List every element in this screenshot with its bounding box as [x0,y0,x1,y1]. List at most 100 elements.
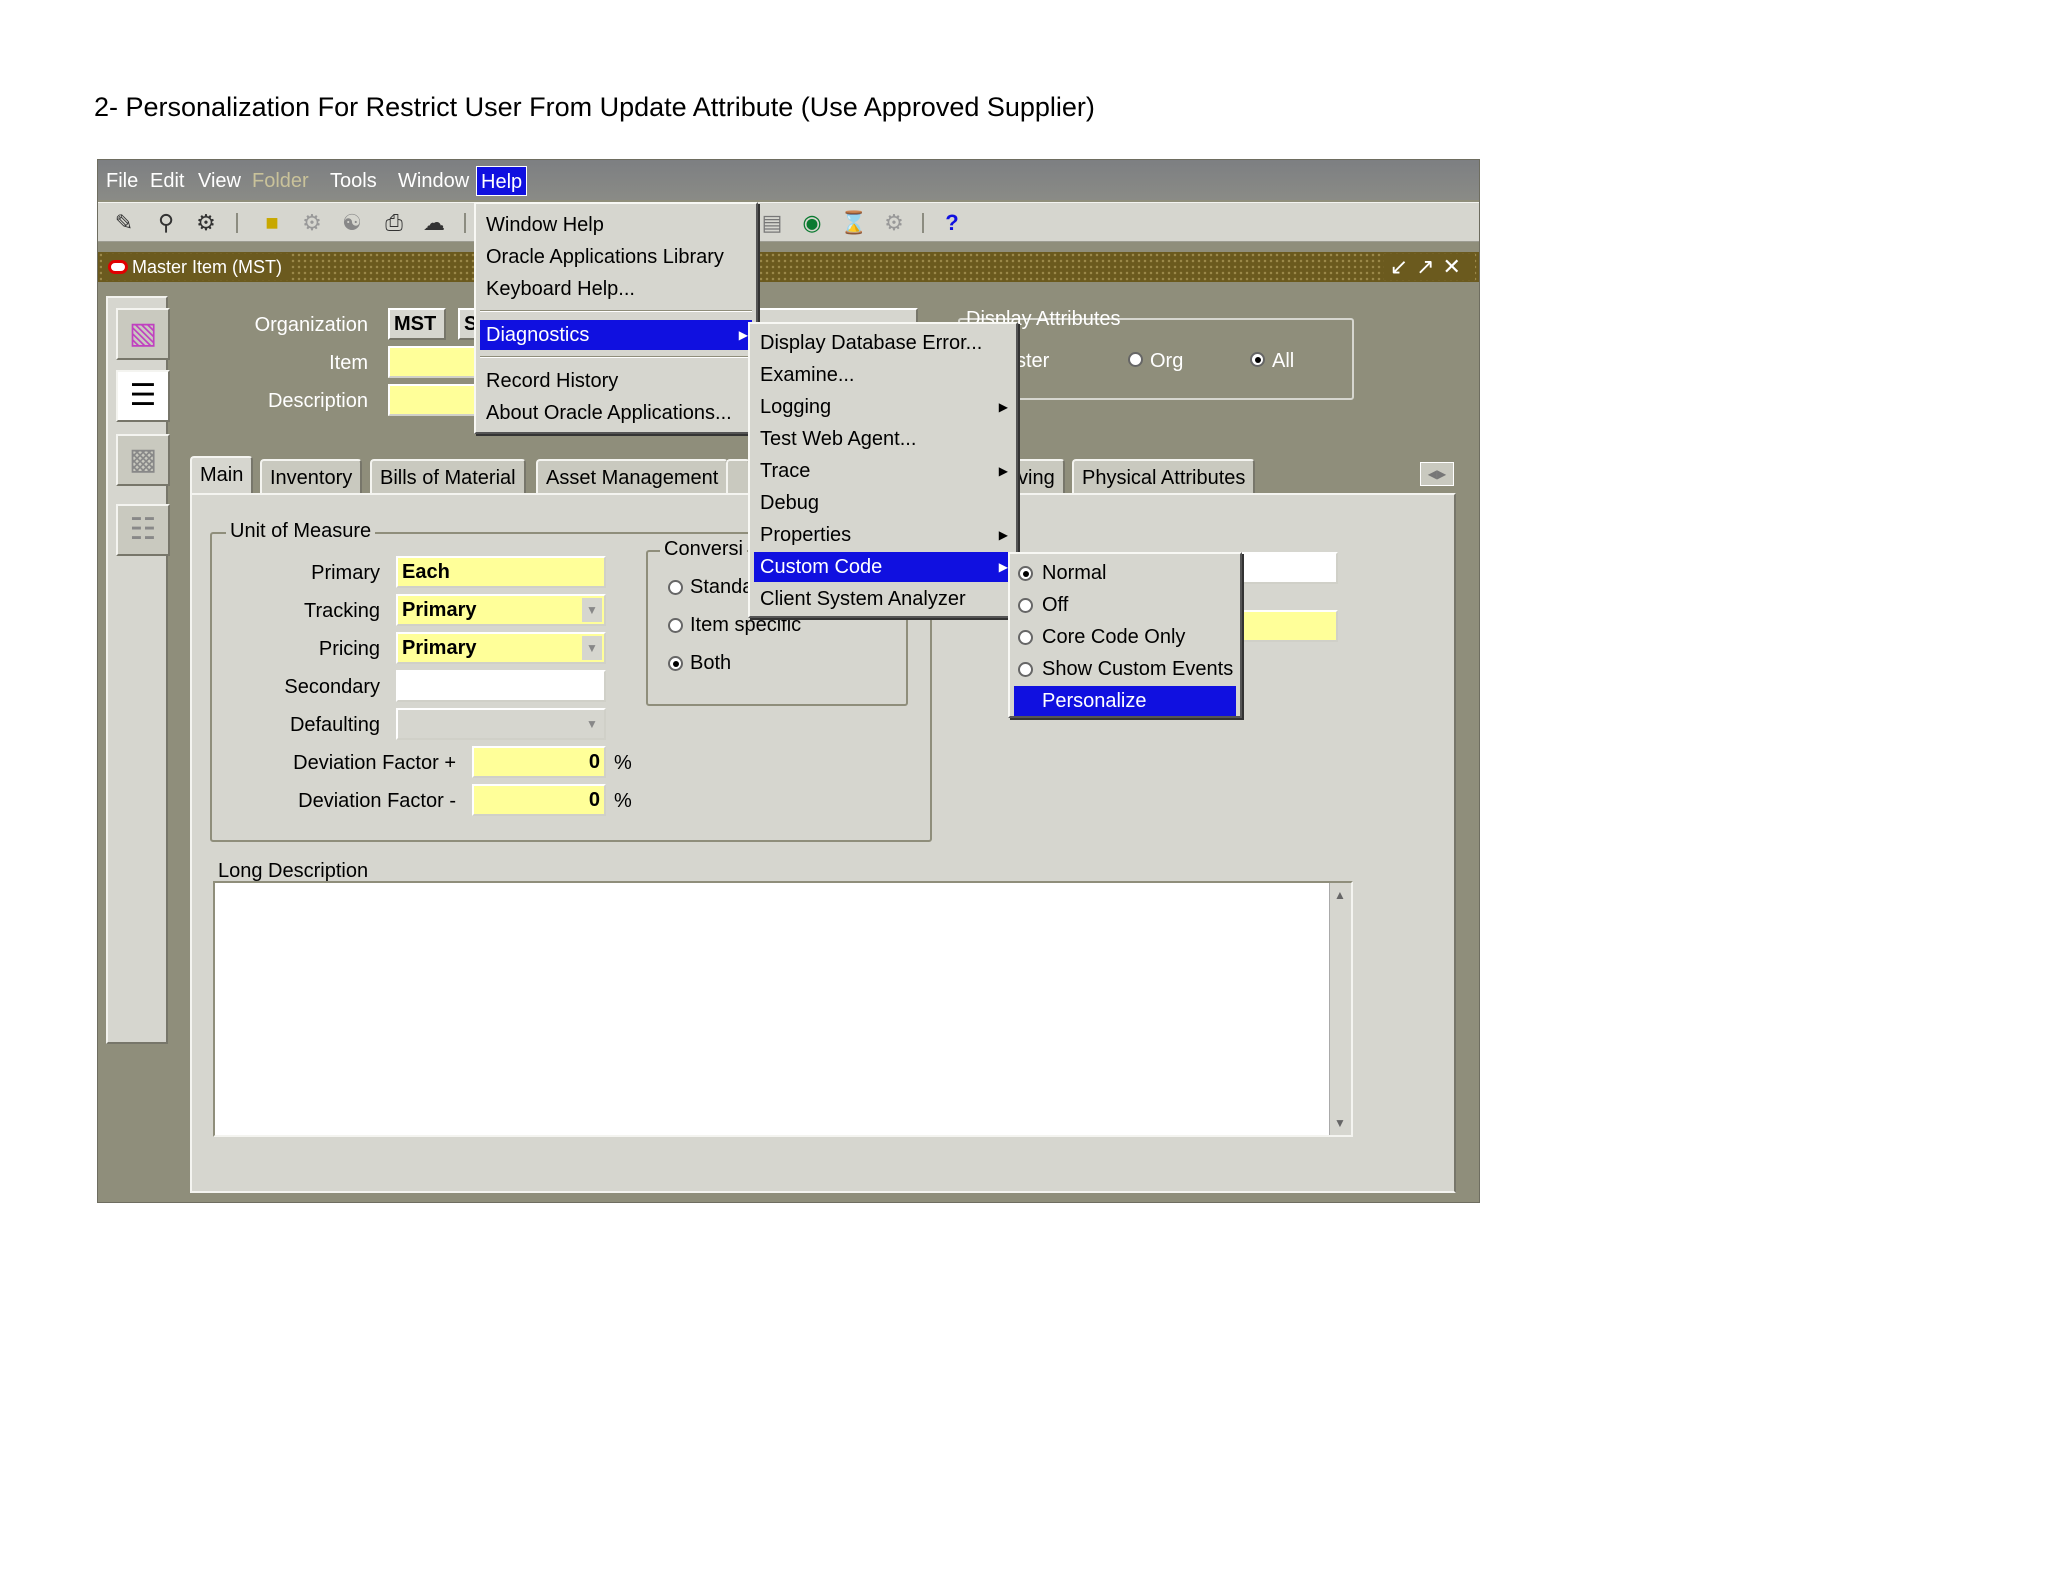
right-field-1[interactable] [1232,552,1338,584]
item-attributes-icon[interactable]: ☰ [116,370,170,422]
switch-responsibility-icon[interactable]: ☯ [338,209,366,237]
tab-inventory[interactable]: Inventory [260,459,363,495]
menu-item-custom-code[interactable]: Custom Code ▶ [754,552,1012,582]
menu-item-core-code-only[interactable]: Core Code Only [1036,622,1236,652]
organization-label: Organization [254,314,368,336]
item-folder-icon[interactable]: ▧ [116,308,170,360]
tracking-uom-label: Tracking [304,600,380,622]
conversion-both-radio[interactable] [668,656,683,671]
tab-hidden[interactable] [726,459,750,495]
conversion-item-specific-radio[interactable] [668,618,683,633]
custom-code-normal-radio[interactable] [1018,566,1033,581]
save-icon[interactable]: ■ [258,209,286,237]
menu-item-diagnostics[interactable]: Diagnostics ▶ [480,320,752,350]
navigator-icon[interactable]: ⚙ [192,209,220,237]
menu-item-show-custom-events[interactable]: Show Custom Events [1036,654,1236,684]
tab-physical-attributes[interactable]: Physical Attributes [1072,459,1256,495]
menu-help[interactable]: Help [476,166,528,196]
display-org-radio[interactable] [1128,352,1143,367]
menu-item-display-database-error[interactable]: Display Database Error... [754,328,1012,358]
tab-main[interactable]: Main [190,456,254,496]
menu-item-test-web-agent[interactable]: Test Web Agent... [754,424,1012,454]
custom-code-submenu: Normal Off Core Code Only Show Custom Ev… [1008,552,1242,718]
close-form-icon[interactable]: ☁ [420,209,448,237]
conversion-standard-label[interactable]: Standa [690,576,753,599]
toolbar: ✎ ⚲ ⚙ ■ ⚙ ☯ ⎙ ☁ ▤ ◉ ⌛ ⚙ ? [98,202,1479,242]
menu-item-window-help[interactable]: Window Help [480,210,752,240]
menu-item-client-system-analyzer[interactable]: Client System Analyzer [754,584,1012,614]
translations-icon[interactable]: ◉ [798,209,826,237]
tab-asset-management[interactable]: Asset Management [536,459,729,495]
organization-field[interactable]: MST [388,308,446,340]
chevron-down-icon[interactable]: ▼ [582,712,602,736]
menu-view[interactable]: View [194,166,245,196]
display-all-radio[interactable] [1250,352,1265,367]
display-option-all[interactable]: All [1272,350,1294,373]
menu-bar: File Edit View Folder Tools Window Help [98,160,1479,200]
diagnostics-submenu: Display Database Error... Examine... Log… [748,322,1018,618]
conversions-group-label: Conversi [660,538,747,561]
long-description-scrollbar[interactable]: ▲ ▼ [1329,883,1351,1135]
menu-tools[interactable]: Tools [326,166,381,196]
menu-item-keyboard-help[interactable]: Keyboard Help... [480,274,752,304]
defaulting-field[interactable]: ▼ [396,708,606,740]
tab-scroll-icon[interactable]: ◀▶ [1420,462,1454,486]
tab-bills-of-material[interactable]: Bills of Material [370,459,526,495]
description-label: Description [267,390,368,412]
attachments-icon[interactable]: ⌛ [840,209,868,237]
tracking-uom-field[interactable]: Primary ▼ [396,594,606,626]
help-menu: Window Help Oracle Applications Library … [474,202,758,434]
item-list-icon[interactable]: ☷ [116,504,170,556]
primary-uom-field[interactable]: Each [396,556,606,588]
menu-item-record-history[interactable]: Record History [480,366,752,396]
document-title: 2- Personalization For Restrict User Fro… [94,92,1095,122]
menu-item-trace-label: Trace [760,460,811,482]
menu-edit[interactable]: Edit [146,166,188,196]
submenu-arrow-icon: ▶ [998,400,1008,414]
right-field-2[interactable] [1232,610,1338,642]
conversion-both-label[interactable]: Both [690,652,731,675]
custom-code-off-radio[interactable] [1018,598,1033,613]
folder-icon[interactable]: ⚙ [880,209,908,237]
menu-item-properties[interactable]: Properties ▶ [754,520,1012,550]
display-option-master[interactable]: ster [1016,350,1049,373]
menu-file[interactable]: File [102,166,142,196]
folder-tools-icon[interactable]: ▤ [758,209,786,237]
menu-item-trace[interactable]: Trace ▶ [754,456,1012,486]
menu-item-oracle-applications-library[interactable]: Oracle Applications Library [480,242,752,272]
menu-window[interactable]: Window [394,166,473,196]
toolbar-separator [464,213,466,233]
menu-item-off[interactable]: Off [1036,590,1236,620]
toolbar-separator [236,213,238,233]
menu-item-about-oracle-applications[interactable]: About Oracle Applications... [480,398,752,428]
menu-item-logging[interactable]: Logging ▶ [754,392,1012,422]
menu-item-examine[interactable]: Examine... [754,360,1012,390]
menu-item-normal[interactable]: Normal [1036,558,1236,588]
menu-item-debug[interactable]: Debug [754,488,1012,518]
next-step-icon[interactable]: ⚙ [298,209,326,237]
oracle-logo-icon [108,260,128,274]
print-icon[interactable]: ⎙ [380,209,408,237]
help-icon[interactable]: ? [938,209,966,237]
custom-code-show-events-radio[interactable] [1018,662,1033,677]
scroll-down-icon[interactable]: ▼ [1331,1113,1349,1133]
pricing-uom-field[interactable]: Primary ▼ [396,632,606,664]
deviation-minus-field[interactable]: 0 [472,784,606,816]
menu-folder[interactable]: Folder [248,166,313,196]
chevron-down-icon[interactable]: ▼ [582,636,602,660]
menu-item-personalize[interactable]: Personalize [1014,686,1236,716]
custom-code-core-only-radio[interactable] [1018,630,1033,645]
item-organization-icon[interactable]: ▩ [116,434,170,486]
conversion-standard-radio[interactable] [668,580,683,595]
deviation-plus-field[interactable]: 0 [472,746,606,778]
scroll-up-icon[interactable]: ▲ [1331,885,1349,905]
deviation-minus-label: Deviation Factor - [298,790,456,812]
secondary-uom-field[interactable] [396,670,606,702]
find-icon[interactable]: ⚲ [152,209,180,237]
chevron-down-icon[interactable]: ▼ [582,598,602,622]
window-controls[interactable]: ↙↗✕ [1383,254,1475,280]
display-option-org[interactable]: Org [1150,350,1183,373]
primary-uom-label: Primary [311,562,380,584]
long-description-field[interactable]: ▲ ▼ [213,881,1353,1137]
new-record-icon[interactable]: ✎ [110,209,138,237]
